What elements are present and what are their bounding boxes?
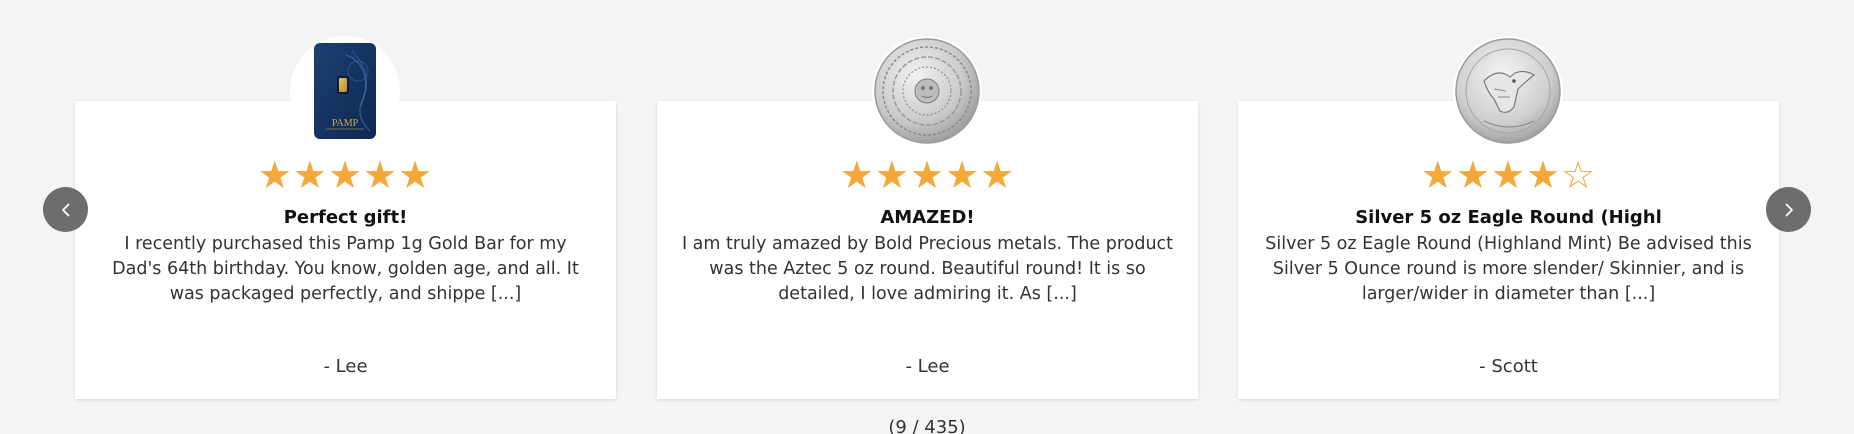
- star-filled-icon: ★: [1455, 153, 1491, 197]
- silver-eagle-round-icon: [1455, 38, 1561, 144]
- chevron-left-icon: [61, 203, 69, 216]
- reviews-carousel: PAMP ★★★★★ Perfect gift! I recently purc…: [0, 0, 1854, 434]
- review-counter: (9 / 435): [888, 417, 966, 434]
- review-body: I am truly amazed by Bold Precious metal…: [681, 234, 1174, 304]
- product-thumbnail-aztec-round[interactable]: [872, 36, 982, 146]
- star-filled-icon: ★: [1526, 153, 1562, 197]
- chevron-right-icon: [1785, 203, 1793, 216]
- review-title: AMAZED!: [880, 207, 975, 228]
- svg-text:PAMP: PAMP: [332, 118, 359, 129]
- aztec-silver-round-icon: [874, 38, 980, 144]
- pamp-gold-bar-icon: PAMP: [314, 43, 376, 139]
- star-filled-icon: ★: [363, 153, 399, 197]
- star-filled-icon: ★: [398, 153, 434, 197]
- star-filled-icon: ★: [839, 153, 875, 197]
- review-body: Silver 5 oz Eagle Round (Highland Mint) …: [1265, 234, 1752, 304]
- review-author: - Scott: [1479, 356, 1538, 377]
- review-body: I recently purchased this Pamp 1g Gold B…: [112, 234, 579, 304]
- star-filled-icon: ★: [1490, 153, 1527, 197]
- review-author: - Lee: [905, 356, 950, 377]
- review-title: Silver 5 oz Eagle Round (Highl: [1355, 207, 1662, 228]
- star-filled-icon: ★: [327, 153, 364, 197]
- star-filled-icon: ★: [292, 153, 328, 197]
- product-thumbnail-pamp-gold-bar[interactable]: PAMP: [290, 36, 400, 146]
- star-empty-icon: ☆: [1561, 153, 1597, 197]
- star-rating: ★★★★☆: [1238, 156, 1779, 194]
- carousel-prev-button[interactable]: [43, 187, 88, 232]
- review-author: - Lee: [323, 356, 368, 377]
- review-title: Perfect gift!: [283, 207, 408, 228]
- star-filled-icon: ★: [945, 153, 981, 197]
- star-filled-icon: ★: [1420, 153, 1456, 197]
- star-rating: ★★★★★: [657, 156, 1198, 194]
- star-filled-icon: ★: [909, 153, 946, 197]
- star-filled-icon: ★: [257, 153, 293, 197]
- star-filled-icon: ★: [980, 153, 1016, 197]
- product-thumbnail-silver-eagle[interactable]: [1453, 36, 1563, 146]
- star-rating: ★★★★★: [75, 156, 616, 194]
- star-filled-icon: ★: [874, 153, 910, 197]
- carousel-next-button[interactable]: [1766, 187, 1811, 232]
